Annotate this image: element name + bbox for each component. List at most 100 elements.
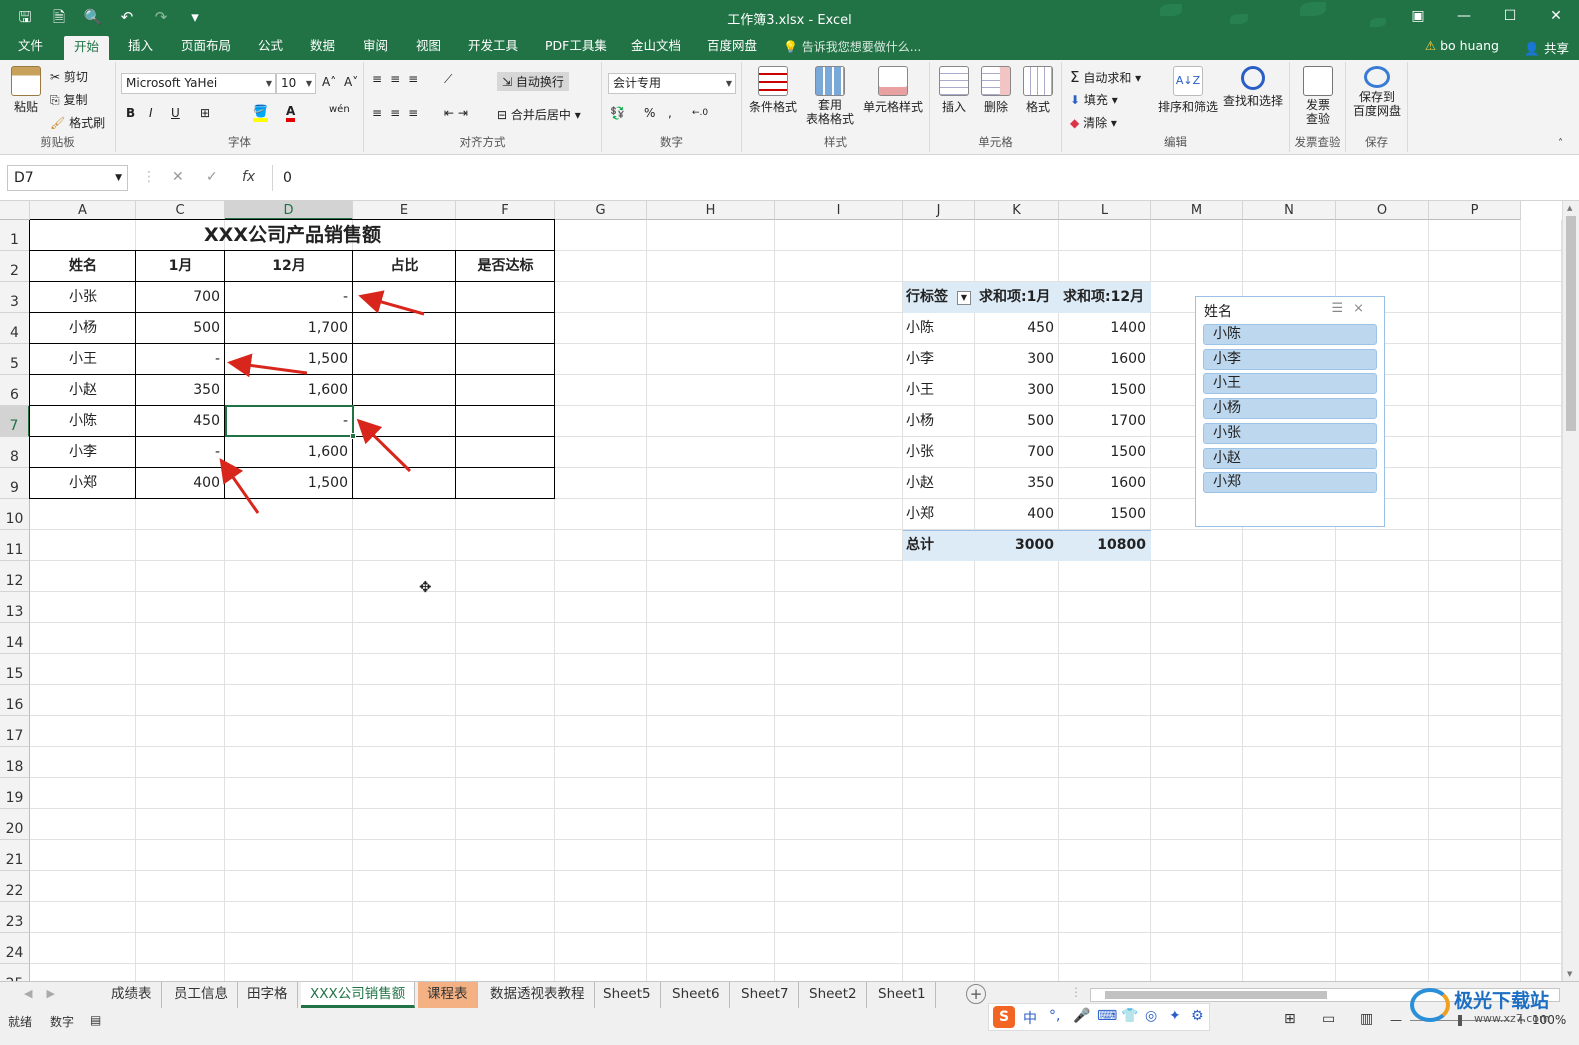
copy-button[interactable]: ⎘ 复制: [50, 91, 87, 108]
delete-cells-button[interactable]: 删除: [978, 66, 1014, 115]
ribbon-display-icon[interactable]: ▣: [1395, 0, 1441, 32]
tab-home[interactable]: 开始: [64, 36, 110, 60]
sheet-tab[interactable]: XXX公司销售额: [301, 982, 416, 1008]
zoom-out-icon[interactable]: —: [1390, 1013, 1402, 1027]
shrink-font-button[interactable]: A˅: [344, 75, 358, 89]
normal-view-icon[interactable]: ⊞: [1284, 1011, 1296, 1027]
settings-icon[interactable]: ⚙: [1191, 1008, 1204, 1024]
sheet-tab[interactable]: Sheet1: [869, 982, 936, 1008]
tab-file[interactable]: 文件: [8, 34, 53, 60]
slicer-item[interactable]: 小陈: [1203, 324, 1377, 345]
tab-kingsoft-docs[interactable]: 金山文档: [621, 34, 691, 60]
macro-record-icon[interactable]: ▤: [90, 1013, 101, 1027]
close-icon[interactable]: ✕: [1533, 0, 1579, 32]
currency-button[interactable]: 💱: [610, 106, 625, 120]
multi-select-icon[interactable]: ☰: [1331, 301, 1353, 316]
slicer-item[interactable]: 小郑: [1203, 472, 1377, 494]
sheet-tab[interactable]: Sheet2: [800, 982, 867, 1008]
cancel-icon[interactable]: ✕: [172, 169, 184, 185]
insert-cells-button[interactable]: 插入: [936, 66, 972, 115]
skin-icon[interactable]: 👕: [1121, 1008, 1138, 1024]
toolbox-icon[interactable]: ✦: [1169, 1008, 1181, 1024]
slicer-item[interactable]: 小赵: [1203, 447, 1377, 469]
page-break-view-icon[interactable]: ▥: [1360, 1011, 1373, 1027]
collapse-ribbon-icon[interactable]: ˄: [1558, 138, 1563, 149]
prev-sheet-icon[interactable]: ◀: [24, 987, 46, 1000]
tab-split-handle[interactable]: ⋮: [1070, 985, 1082, 999]
font-size-select[interactable]: 10 ▼: [276, 73, 316, 94]
vertical-align-buttons[interactable]: ≡≡≡: [372, 72, 426, 86]
sheet-tab[interactable]: Sheet5: [594, 982, 661, 1008]
grow-font-button[interactable]: A˄: [322, 75, 336, 89]
tab-review[interactable]: 审阅: [353, 34, 398, 60]
tab-insert[interactable]: 插入: [118, 34, 163, 60]
tab-formulas[interactable]: 公式: [248, 34, 293, 60]
user-account[interactable]: ⚠ bo huang: [1425, 38, 1499, 53]
percent-button[interactable]: %: [644, 106, 655, 120]
italic-button[interactable]: I: [149, 106, 153, 120]
sheet-tab[interactable]: 成绩表: [102, 982, 162, 1008]
wrap-text-button[interactable]: ⇲ 自动换行: [497, 72, 569, 91]
sheet-tab[interactable]: 田字格: [238, 982, 298, 1008]
increase-decimal-button[interactable]: ←.0: [692, 108, 708, 118]
next-sheet-icon[interactable]: ▶: [46, 987, 68, 1000]
sheet-nav-arrows[interactable]: ◀▶: [24, 987, 69, 1000]
tab-pdf-tools[interactable]: PDF工具集: [535, 34, 617, 60]
indent-buttons[interactable]: ⇤ ⇥: [444, 106, 468, 120]
border-button[interactable]: ⊞: [200, 106, 210, 120]
sheet-tab[interactable]: 员工信息: [165, 982, 238, 1008]
font-name-select[interactable]: Microsoft YaHei ▼: [121, 73, 276, 94]
add-sheet-icon[interactable]: +: [966, 984, 986, 1004]
scroll-down-icon[interactable]: ▼: [1567, 970, 1572, 978]
conditional-format-button[interactable]: 条件格式: [746, 66, 800, 115]
format-cells-button[interactable]: 格式: [1020, 66, 1056, 115]
scroll-up-icon[interactable]: ▲: [1567, 204, 1572, 212]
formula-input[interactable]: 0: [272, 165, 1572, 191]
name-box[interactable]: D7 ▼: [7, 165, 128, 191]
horizontal-align-buttons[interactable]: ≡≡≡: [372, 106, 426, 120]
share-button[interactable]: 👤 共享: [1524, 38, 1569, 57]
tab-data[interactable]: 数据: [300, 34, 345, 60]
tab-view[interactable]: 视图: [406, 34, 451, 60]
format-painter-button[interactable]: 🖌 格式刷: [50, 114, 105, 131]
tell-me-search[interactable]: 💡 告诉我您想要做什么...: [783, 38, 921, 55]
autosum-button[interactable]: Σ 自动求和 ▾: [1070, 68, 1141, 86]
save-baidu-button[interactable]: 保存到 百度网盘: [1350, 66, 1404, 118]
vertical-scrollbar[interactable]: ▲ ▼: [1562, 201, 1579, 981]
orientation-button[interactable]: ⟋: [444, 72, 452, 87]
slicer-panel[interactable]: 姓名 ☰⨯ 小陈 小李 小王 小杨 小张 小赵 小郑: [1195, 296, 1385, 527]
worksheet-grid[interactable]: ACDEFGHIJKLMNOP 1 2 3 4 5 6 7 8 9 10 11 12 13 14 15 16 1…: [0, 201, 1562, 981]
font-color-button[interactable]: A: [286, 104, 296, 122]
ime-mode[interactable]: 中: [1023, 1008, 1037, 1028]
merge-center-button[interactable]: ⊟ 合并后居中 ▾: [497, 106, 581, 123]
find-select-button[interactable]: 查找和选择: [1222, 66, 1284, 109]
underline-button[interactable]: U: [171, 106, 180, 120]
comma-button[interactable]: ,: [668, 106, 672, 120]
clear-filter-icon[interactable]: ⨯: [1353, 301, 1374, 316]
minimize-icon[interactable]: —: [1441, 0, 1487, 32]
keyboard-icon[interactable]: ⌨: [1097, 1008, 1117, 1024]
cut-button[interactable]: ✂ 剪切: [50, 68, 88, 85]
page-layout-view-icon[interactable]: ▭: [1322, 1011, 1335, 1027]
slicer-item[interactable]: 小王: [1203, 373, 1377, 395]
paste-button[interactable]: 粘贴: [8, 66, 44, 115]
tab-baidu-netdisk[interactable]: 百度网盘: [697, 34, 767, 60]
sort-filter-button[interactable]: A↓Z 排序和筛选: [1158, 66, 1218, 115]
slicer-item[interactable]: 小杨: [1203, 398, 1377, 420]
fill-button[interactable]: ⬇ 填充 ▾: [1070, 91, 1118, 108]
cell-styles-button[interactable]: 单元格样式: [860, 66, 926, 115]
sogou-logo[interactable]: S: [993, 1006, 1015, 1028]
sheet-tab[interactable]: Sheet6: [663, 982, 730, 1008]
format-as-table-button[interactable]: 套用 表格格式: [802, 66, 858, 126]
scrollbar-thumb[interactable]: [1566, 216, 1576, 431]
clear-button[interactable]: ◆ 清除 ▾: [1070, 114, 1117, 131]
ime-punctuation[interactable]: °,: [1049, 1008, 1060, 1024]
sheet-tab[interactable]: 课程表: [418, 982, 478, 1008]
sheet-tab[interactable]: Sheet7: [732, 982, 799, 1008]
tab-developer[interactable]: 开发工具: [458, 34, 528, 60]
invoice-check-button[interactable]: 发票 查验: [1296, 66, 1340, 126]
insert-function-icon[interactable]: fx: [242, 169, 255, 185]
phonetic-button[interactable]: wén: [329, 104, 350, 115]
fill-color-button[interactable]: 🪣: [253, 104, 268, 122]
game-icon[interactable]: ◎: [1145, 1008, 1157, 1024]
